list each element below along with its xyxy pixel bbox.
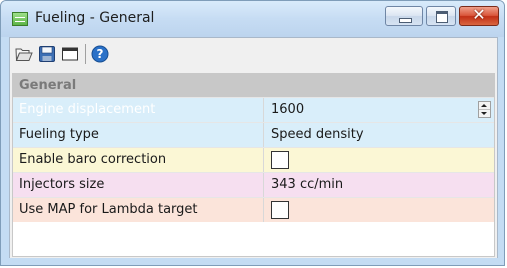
property-name[interactable]: Enable baro correction bbox=[13, 148, 264, 172]
property-value[interactable] bbox=[264, 148, 494, 172]
property-value-text[interactable]: 1600 bbox=[271, 102, 304, 117]
property-row-enable-baro-correction[interactable]: Enable baro correction bbox=[13, 147, 494, 172]
property-row-injectors-size[interactable]: Injectors size 343 cc/min bbox=[13, 172, 494, 197]
toolbar: ? bbox=[10, 38, 497, 70]
property-value[interactable]: Speed density bbox=[264, 123, 494, 147]
window-title: Fueling - General bbox=[35, 10, 155, 26]
property-name[interactable]: Injectors size bbox=[13, 173, 264, 197]
group-header-general[interactable]: General bbox=[13, 74, 494, 97]
property-name[interactable]: Use MAP for Lambda target bbox=[13, 198, 264, 222]
table-app-icon bbox=[12, 12, 28, 26]
property-value-input[interactable]: 1600 bbox=[264, 98, 494, 122]
window-bottom-frame bbox=[1, 258, 504, 265]
help-glyph: ? bbox=[97, 47, 104, 61]
baro-correction-checkbox[interactable] bbox=[271, 151, 289, 169]
toolbar-separator bbox=[85, 44, 86, 64]
map-lambda-checkbox[interactable] bbox=[271, 201, 289, 219]
maximize-icon bbox=[436, 11, 448, 23]
property-row-engine-displacement[interactable]: Engine displacement 1600 bbox=[13, 97, 494, 122]
numeric-spinner[interactable] bbox=[478, 101, 491, 118]
save-icon[interactable] bbox=[38, 45, 56, 63]
window-icon[interactable] bbox=[61, 45, 79, 63]
close-button[interactable]: ✕ bbox=[459, 5, 499, 26]
maximize-button[interactable] bbox=[426, 6, 456, 26]
spin-up-icon[interactable] bbox=[479, 102, 490, 110]
property-grid: General Engine displacement 1600 Fueling… bbox=[12, 73, 495, 257]
property-row-use-map-lambda[interactable]: Use MAP for Lambda target bbox=[13, 197, 494, 222]
folder-open-icon[interactable] bbox=[15, 45, 33, 63]
help-icon[interactable]: ? bbox=[91, 45, 109, 63]
title-bar[interactable]: Fueling - General ✕ bbox=[1, 1, 504, 37]
client-area: ? General Engine displacement 1600 Fueli… bbox=[9, 37, 498, 259]
property-name[interactable]: Engine displacement bbox=[13, 98, 264, 122]
minimize-button[interactable] bbox=[385, 6, 423, 26]
property-value[interactable] bbox=[264, 198, 494, 222]
fueling-general-window: Fueling - General ✕ ? General Engine dis… bbox=[0, 0, 505, 266]
property-row-fueling-type[interactable]: Fueling type Speed density bbox=[13, 122, 494, 147]
close-icon: ✕ bbox=[472, 5, 486, 24]
spin-down-icon[interactable] bbox=[479, 110, 490, 117]
property-value[interactable]: 343 cc/min bbox=[264, 173, 494, 197]
minimize-icon bbox=[399, 18, 412, 23]
property-name[interactable]: Fueling type bbox=[13, 123, 264, 147]
